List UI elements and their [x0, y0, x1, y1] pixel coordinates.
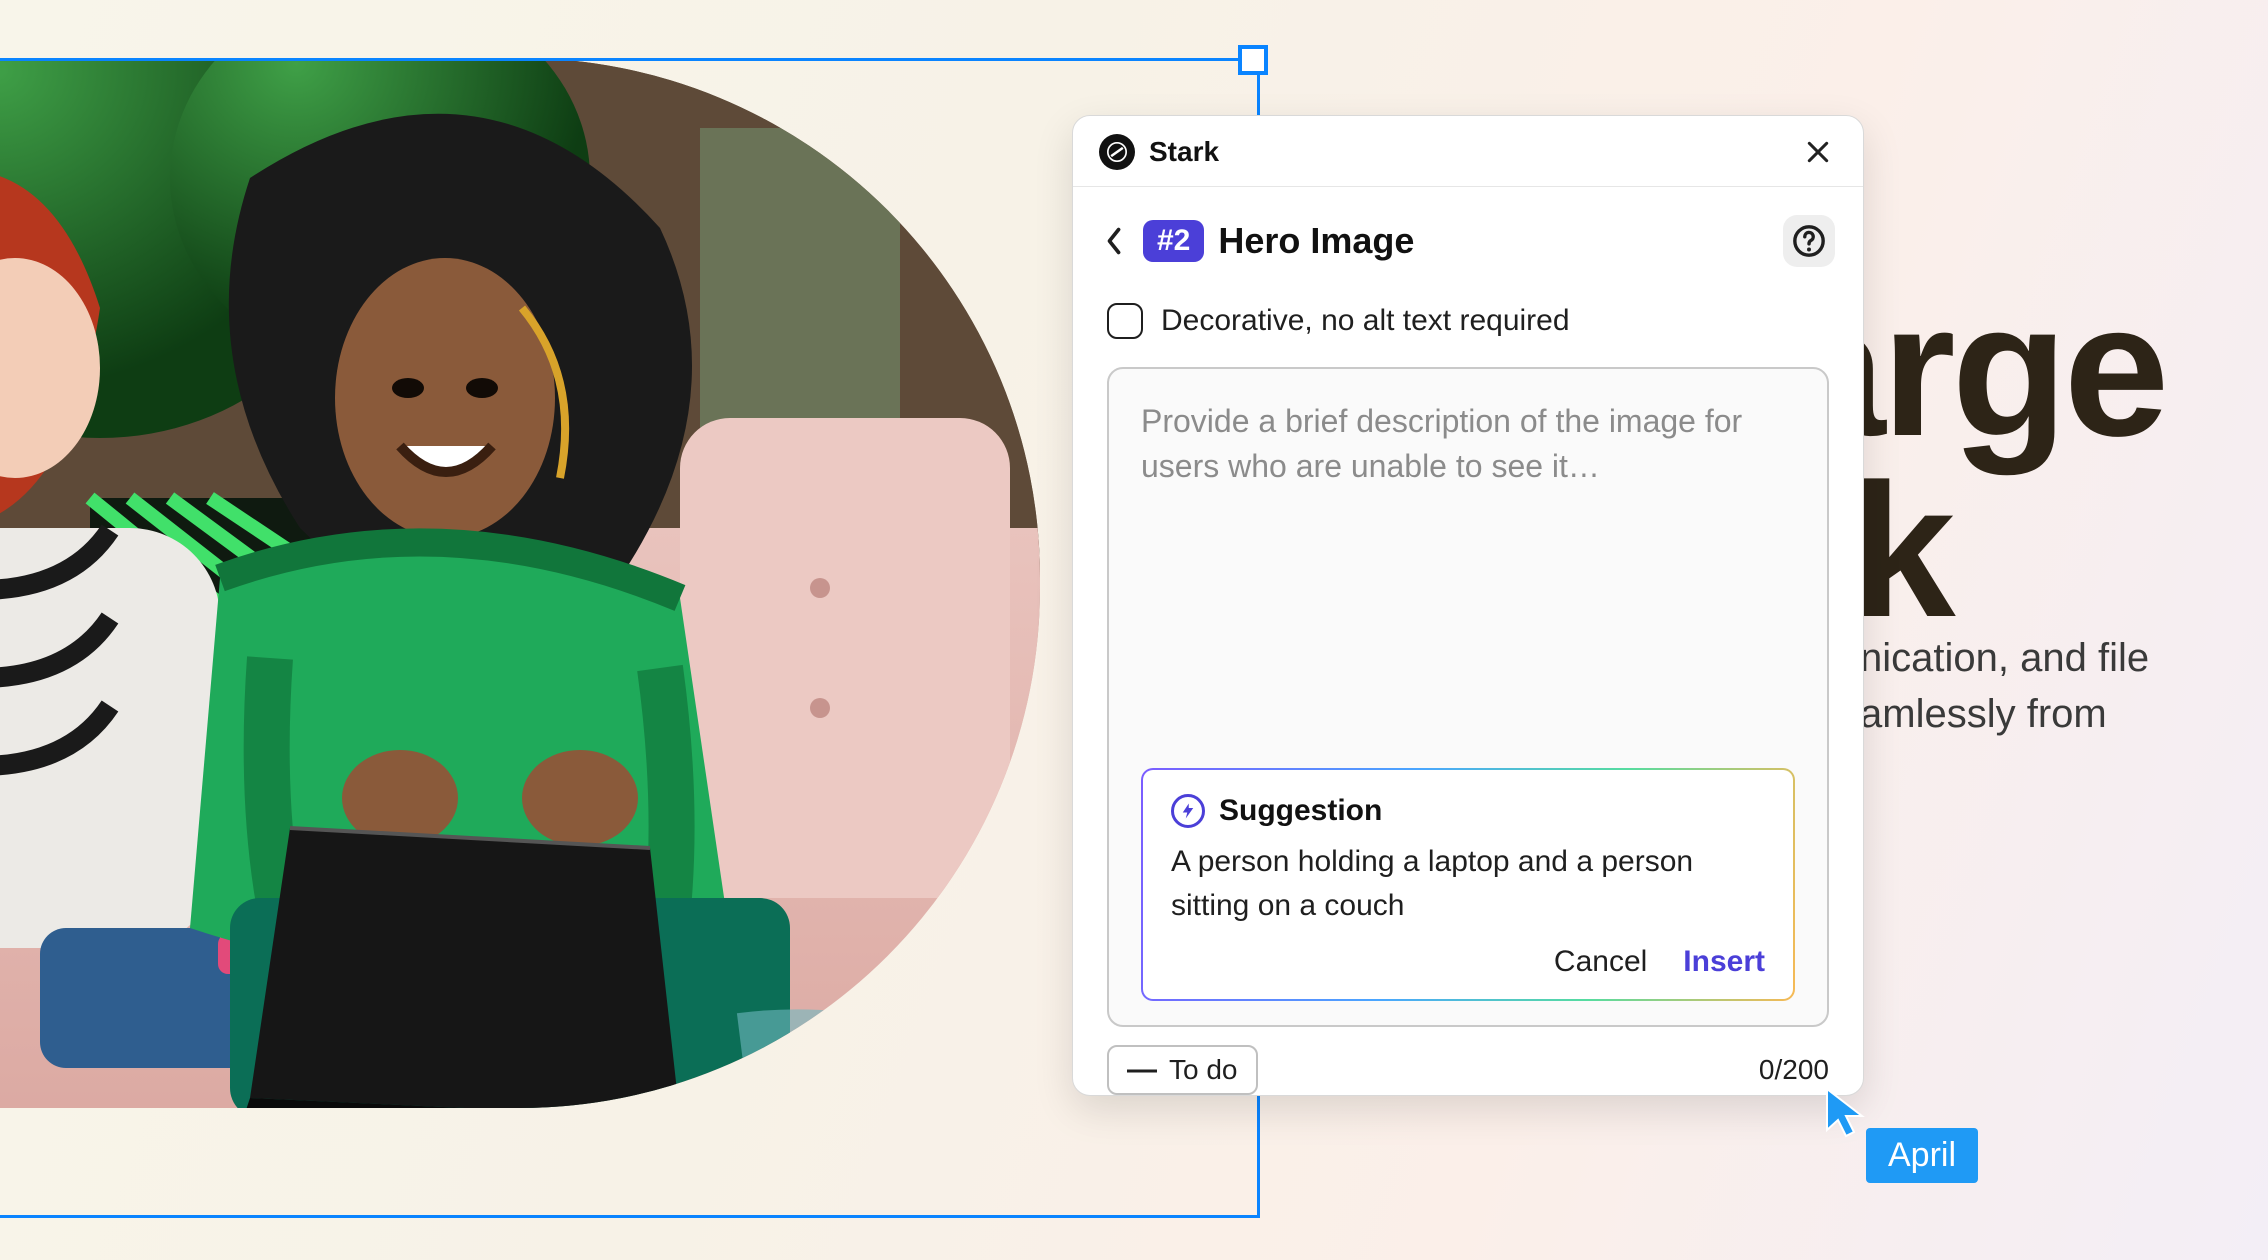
selection-handle[interactable]: [1238, 45, 1268, 75]
back-button[interactable]: [1099, 221, 1129, 261]
suggestion-text: A person holding a laptop and a person s…: [1171, 840, 1765, 927]
alt-text-input[interactable]: Provide a brief description of the image…: [1107, 367, 1829, 1027]
background-paragraph: nication, and file amlessly from: [1860, 630, 2149, 742]
decorative-checkbox-label: Decorative, no alt text required: [1161, 304, 1570, 338]
character-counter: 0/200: [1759, 1054, 1829, 1086]
panel-header: Stark: [1073, 116, 1863, 187]
minus-icon: —: [1127, 1053, 1157, 1087]
alt-text-placeholder: Provide a brief description of the image…: [1141, 399, 1795, 489]
panel-breadcrumb-row: #2 Hero Image: [1073, 187, 1863, 277]
collaborator-name-tag: April: [1866, 1128, 1978, 1183]
decorative-checkbox-row: Decorative, no alt text required: [1107, 303, 1829, 339]
status-label: To do: [1169, 1054, 1238, 1086]
cancel-button[interactable]: Cancel: [1554, 945, 1647, 979]
stark-plugin-panel: Stark #2 Hero Image Decorative, no alt t…: [1072, 115, 1864, 1096]
suggestion-bolt-icon: [1171, 794, 1205, 828]
suggestion-card: Suggestion A person holding a laptop and…: [1141, 768, 1795, 1001]
stark-logo-icon: [1099, 134, 1135, 170]
help-button[interactable]: [1783, 215, 1835, 267]
panel-title: Stark: [1149, 136, 1219, 168]
insert-button[interactable]: Insert: [1683, 945, 1765, 979]
collaborator-cursor-icon: [1824, 1086, 1866, 1138]
status-dropdown[interactable]: — To do: [1107, 1045, 1258, 1095]
suggestion-title: Suggestion: [1219, 794, 1382, 828]
selection-frame: [0, 58, 1260, 1218]
close-button[interactable]: [1801, 135, 1835, 169]
layer-name: Hero Image: [1218, 220, 1414, 262]
decorative-checkbox[interactable]: [1107, 303, 1143, 339]
panel-footer: — To do 0/200: [1073, 1027, 1863, 1095]
issue-number-badge: #2: [1143, 220, 1204, 262]
